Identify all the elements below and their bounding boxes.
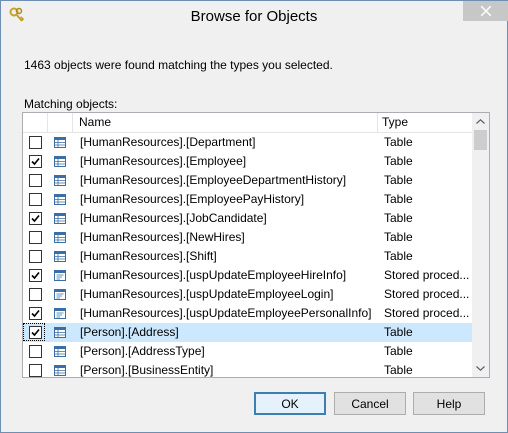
- stored-procedure-icon: [54, 289, 66, 300]
- window-title: Browse for Objects: [190, 8, 318, 25]
- list-rows: [HumanResources].[Department] Table [Human…: [23, 133, 472, 377]
- row-checkbox[interactable]: [29, 212, 42, 225]
- row-type: Table: [384, 325, 413, 339]
- table-icon: [54, 156, 66, 167]
- chevron-up-icon: [476, 119, 485, 124]
- row-name: [HumanResources].[EmployeePayHistory]: [80, 192, 305, 206]
- row-name: [Person].[Address]: [80, 325, 179, 339]
- row-name: [Person].[AddressType]: [80, 344, 205, 358]
- row-checkbox[interactable]: [29, 345, 42, 358]
- table-icon: [54, 365, 66, 376]
- table-icon: [54, 346, 66, 357]
- column-header-name[interactable]: Name: [79, 113, 111, 132]
- cancel-button[interactable]: Cancel: [334, 392, 406, 415]
- table-row[interactable]: [HumanResources].[JobCandidate] Table: [23, 209, 472, 228]
- title-bar[interactable]: Browse for Objects: [1, 1, 508, 31]
- close-icon: [480, 6, 491, 16]
- scroll-thumb[interactable]: [474, 130, 487, 150]
- row-type: Table: [384, 344, 413, 358]
- row-checkbox[interactable]: [29, 155, 42, 168]
- row-checkbox[interactable]: [29, 269, 42, 282]
- table-row[interactable]: [Person].[BusinessEntity] Table: [23, 361, 472, 377]
- row-checkbox[interactable]: [29, 326, 42, 339]
- list-header: Name Type: [23, 113, 472, 133]
- table-row[interactable]: [HumanResources].[uspUpdateEmployeeHireI…: [23, 266, 472, 285]
- table-icon: [54, 194, 66, 205]
- row-name: [HumanResources].[EmployeeDepartmentHist…: [80, 173, 347, 187]
- table-icon: [54, 232, 66, 243]
- row-name: [Person].[BusinessEntity]: [80, 363, 214, 377]
- table-row[interactable]: [Person].[Address] Table: [23, 323, 472, 342]
- row-checkbox[interactable]: [29, 174, 42, 187]
- row-type: Table: [384, 192, 413, 206]
- table-icon: [54, 137, 66, 148]
- row-checkbox[interactable]: [29, 288, 42, 301]
- row-type: Stored proced...: [384, 287, 470, 301]
- table-row[interactable]: [HumanResources].[NewHires] Table: [23, 228, 472, 247]
- stored-procedure-icon: [54, 270, 66, 281]
- table-row[interactable]: [HumanResources].[uspUpdateEmployeeLogin…: [23, 285, 472, 304]
- row-type: Table: [384, 135, 413, 149]
- table-row[interactable]: [HumanResources].[EmployeePayHistory] Tab…: [23, 190, 472, 209]
- scroll-down-button[interactable]: [472, 360, 489, 377]
- table-icon: [54, 175, 66, 186]
- row-type: Table: [384, 249, 413, 263]
- row-name: [HumanResources].[uspUpdateEmployeePerso…: [80, 306, 372, 320]
- table-icon: [54, 213, 66, 224]
- table-row[interactable]: [HumanResources].[EmployeeDepartmentHist…: [23, 171, 472, 190]
- row-type: Table: [384, 211, 413, 225]
- row-name: [HumanResources].[NewHires]: [80, 230, 245, 244]
- row-name: [HumanResources].[uspUpdateEmployeeLogin…: [80, 287, 334, 301]
- chevron-down-icon: [476, 366, 485, 371]
- stored-procedure-icon: [54, 308, 66, 319]
- matching-objects-label: Matching objects:: [24, 97, 118, 111]
- table-row[interactable]: [HumanResources].[Department] Table: [23, 133, 472, 152]
- row-name: [HumanResources].[uspUpdateEmployeeHireI…: [80, 268, 347, 282]
- table-row[interactable]: [HumanResources].[Shift] Table: [23, 247, 472, 266]
- row-name: [HumanResources].[Employee]: [80, 154, 247, 168]
- row-checkbox[interactable]: [29, 136, 42, 149]
- vertical-scrollbar[interactable]: [472, 113, 489, 377]
- ok-button[interactable]: OK: [254, 392, 326, 415]
- row-type: Table: [384, 363, 413, 377]
- table-row[interactable]: [Person].[AddressType] Table: [23, 342, 472, 361]
- summary-text: 1463 objects were found matching the typ…: [24, 58, 333, 72]
- table-icon: [54, 327, 66, 338]
- row-name: [HumanResources].[Shift]: [80, 249, 217, 263]
- row-name: [HumanResources].[Department]: [80, 135, 256, 149]
- row-checkbox[interactable]: [29, 307, 42, 320]
- row-checkbox[interactable]: [29, 364, 42, 377]
- column-header-type[interactable]: Type: [382, 113, 408, 132]
- row-checkbox[interactable]: [29, 193, 42, 206]
- row-type: Table: [384, 230, 413, 244]
- browse-for-objects-dialog: Browse for Objects 1463 objects were fou…: [0, 0, 508, 433]
- objects-list[interactable]: Name Type [HumanResources].[Department] T…: [22, 112, 490, 378]
- row-type: Table: [384, 173, 413, 187]
- row-checkbox[interactable]: [29, 231, 42, 244]
- row-type: Stored proced...: [384, 268, 470, 282]
- table-row[interactable]: [HumanResources].[uspUpdateEmployeePerso…: [23, 304, 472, 323]
- help-button[interactable]: Help: [413, 392, 485, 415]
- row-type: Table: [384, 154, 413, 168]
- table-row[interactable]: [HumanResources].[Employee] Table: [23, 152, 472, 171]
- row-name: [HumanResources].[JobCandidate]: [80, 211, 267, 225]
- row-checkbox[interactable]: [29, 250, 42, 263]
- scroll-up-button[interactable]: [472, 113, 489, 130]
- row-type: Stored proced...: [384, 306, 470, 320]
- table-icon: [54, 251, 66, 262]
- close-button[interactable]: [463, 1, 508, 21]
